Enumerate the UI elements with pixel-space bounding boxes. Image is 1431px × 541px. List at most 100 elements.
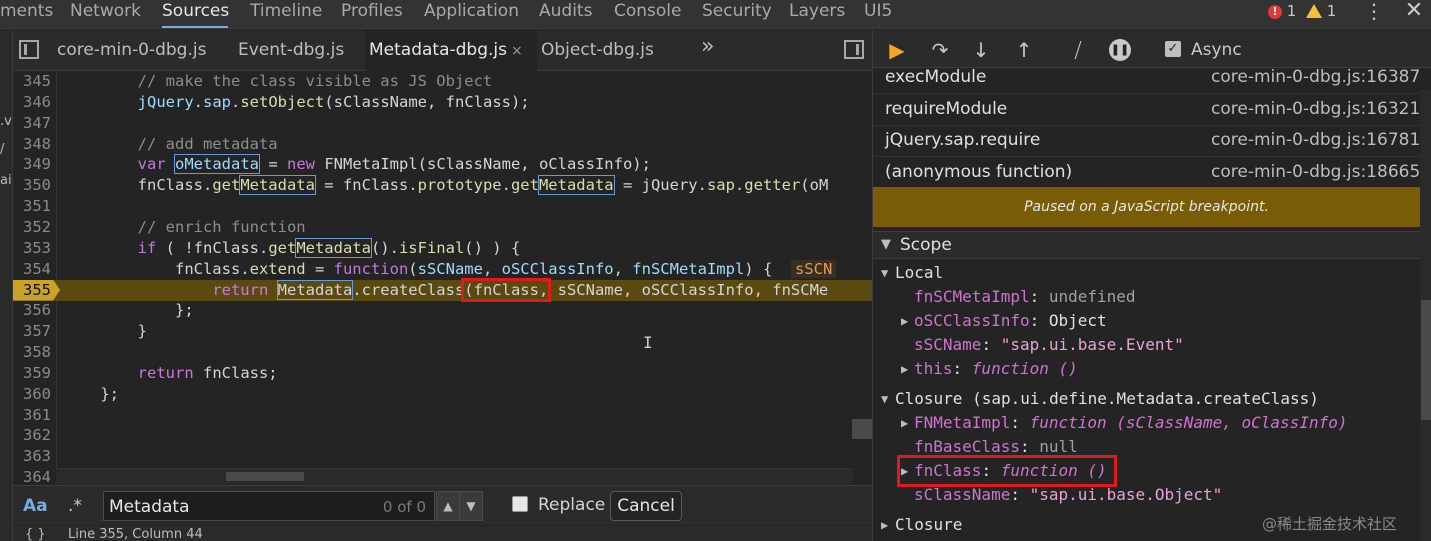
tab-network[interactable]: Network [70,0,141,28]
code-line[interactable]: 350 fnClass.getMetadata = fnClass.protot… [13,175,872,196]
tab-security[interactable]: Security [702,0,772,28]
execution-line[interactable]: 355 return Metadata.createClass(fnClass,… [13,277,872,302]
pretty-print-icon[interactable]: { } [25,527,46,541]
code-line[interactable]: 360 }; [13,384,872,405]
expand-arrow-icon[interactable]: ▶ [901,357,908,381]
resume-icon[interactable]: ▶ [885,38,909,62]
expand-arrow-icon[interactable]: ▶ [901,309,908,333]
line-number[interactable]: 363 [13,446,51,467]
line-number[interactable]: 350 [13,175,51,196]
file-tab-object[interactable]: Object-dbg.js [537,30,658,71]
more-tabs-icon[interactable]: » [701,34,714,59]
call-frame-location[interactable]: core-min-0-dbg.js:16387 [1211,67,1420,87]
search-input[interactable]: Metadata 0 of 0 [103,491,435,521]
code-editor[interactable]: 345 // make the class visible as JS Obje… [13,71,872,485]
line-number[interactable]: 347 [13,113,51,134]
search-next-button[interactable]: ▼ [459,491,483,521]
line-number[interactable]: 353 [13,238,51,259]
scope-variable[interactable]: ▶ oSCClassInfo: Object [873,309,1420,333]
scope-variable[interactable]: ▶ FNMetaImpl: function (sClassName, oClas… [873,411,1420,435]
close-devtools-icon[interactable]: ✕ [1402,0,1426,26]
more-menu-icon[interactable]: ⋮ [1364,0,1384,26]
scope-variable[interactable]: ▶ this: function () [873,357,1420,381]
call-frame-location[interactable]: core-min-0-dbg.js:18665 [1211,162,1420,182]
line-number[interactable]: 357 [13,321,51,342]
line-number[interactable]: 364 [13,467,51,485]
code-line[interactable]: 354 fnClass.extend = function(sSCName, o… [13,259,872,280]
collapse-arrow-icon[interactable]: ▼ [881,261,888,285]
line-number[interactable]: 348 [13,134,51,155]
call-frame[interactable]: jQuery.sap.require core-min-0-dbg.js:1678… [873,126,1431,157]
editor-vertical-scroll-thumb[interactable] [852,419,872,439]
code-line[interactable]: 348 // add metadata [13,134,872,155]
step-out-icon[interactable]: ↑ [1014,38,1034,62]
collapse-arrow-icon[interactable]: ▼ [881,387,888,411]
line-number[interactable]: 360 [13,384,51,405]
code-line[interactable]: 358 [13,342,872,363]
line-number[interactable]: 346 [13,92,51,113]
scope-variable[interactable]: fnBaseClass: null [873,435,1420,459]
regex-toggle[interactable]: .* [68,496,82,516]
expand-arrow-icon[interactable]: ▶ [881,513,888,537]
line-number[interactable]: 349 [13,154,51,175]
sidebar-scroll-thumb[interactable] [1421,300,1431,420]
code-line[interactable]: 351 [13,196,872,217]
warning-count-badge[interactable]: 1 [1306,2,1336,20]
line-number[interactable]: 355 [13,280,51,301]
line-number[interactable]: 361 [13,405,51,426]
pause-on-exceptions-icon[interactable]: ❚❚ [1109,39,1131,61]
step-over-icon[interactable]: ↷ [927,38,953,62]
editor-horizontal-scrollbar[interactable] [56,468,853,484]
editor-horizontal-scroll-thumb[interactable] [226,472,304,481]
tab-layers[interactable]: Layers [789,0,845,28]
replace-checkbox[interactable] [512,496,528,512]
search-prev-button[interactable]: ▲ [436,491,460,521]
cancel-button[interactable]: Cancel [610,491,682,521]
scope-closure-header[interactable]: ▼ Closure (sap.ui.define.Metadata.createC… [873,387,1420,411]
close-tab-icon[interactable]: × [511,43,523,59]
scope-variable[interactable]: fnSCMetaImpl: undefined [873,285,1420,309]
line-number[interactable]: 356 [13,300,51,321]
line-number[interactable]: 352 [13,217,51,238]
call-frame[interactable]: requireModule core-min-0-dbg.js:16321 [873,95,1431,126]
tab-elements[interactable]: ments [0,0,53,28]
code-line[interactable]: 361 [13,405,872,426]
file-tab-core-min[interactable]: core-min-0-dbg.js [53,30,210,71]
tab-profiles[interactable]: Profiles [341,0,403,28]
async-checkbox[interactable]: ✓ [1165,41,1181,57]
call-frame[interactable]: execModule core-min-0-dbg.js:16387 [873,63,1431,94]
call-frame-location[interactable]: core-min-0-dbg.js:16781 [1211,130,1420,150]
call-frame-location[interactable]: core-min-0-dbg.js:16321 [1211,99,1420,119]
match-case-toggle[interactable]: Aa [23,496,48,516]
code-line[interactable]: 356 }; [13,300,872,321]
line-number[interactable]: 358 [13,342,51,363]
toggle-debugger-icon[interactable] [844,40,864,59]
line-number[interactable]: 354 [13,259,51,280]
code-line[interactable]: 362 [13,425,872,446]
code-line[interactable]: 352 // enrich function [13,217,872,238]
file-tab-metadata[interactable]: Metadata-dbg.js × [365,30,537,71]
code-line[interactable]: 349 var oMetadata = new FNMetaImpl(sClas… [13,154,872,175]
line-number[interactable]: 359 [13,363,51,384]
file-tab-event[interactable]: Event-dbg.js [234,30,348,71]
tab-ui5[interactable]: UI5 [864,0,892,28]
line-number[interactable]: 351 [13,196,51,217]
tab-audits[interactable]: Audits [539,0,592,28]
error-count-badge[interactable]: ! 1 [1268,2,1296,20]
tab-console[interactable]: Console [614,0,682,28]
step-into-icon[interactable]: ↓ [971,38,991,62]
code-line[interactable]: 357 } [13,321,872,342]
code-line[interactable]: 359 return fnClass; [13,363,872,384]
line-number[interactable]: 345 [13,71,51,92]
scope-section-header[interactable]: ▼ Scope [873,231,1420,259]
scope-local-header[interactable]: ▼ Local [873,261,1420,285]
scope-variable[interactable]: sSCName: "sap.ui.base.Event" [873,333,1420,357]
toggle-navigator-icon[interactable] [19,40,39,59]
line-number[interactable]: 362 [13,425,51,446]
code-line[interactable]: 347 [13,113,872,134]
code-line[interactable]: 345 // make the class visible as JS Obje… [13,71,872,92]
scope-variable[interactable]: sClassName: "sap.ui.base.Object" [873,483,1420,507]
code-line[interactable]: 363 [13,446,872,467]
code-line[interactable]: 353 if ( !fnClass.getMetadata().isFinal(… [13,237,872,259]
tab-application[interactable]: Application [424,0,519,28]
